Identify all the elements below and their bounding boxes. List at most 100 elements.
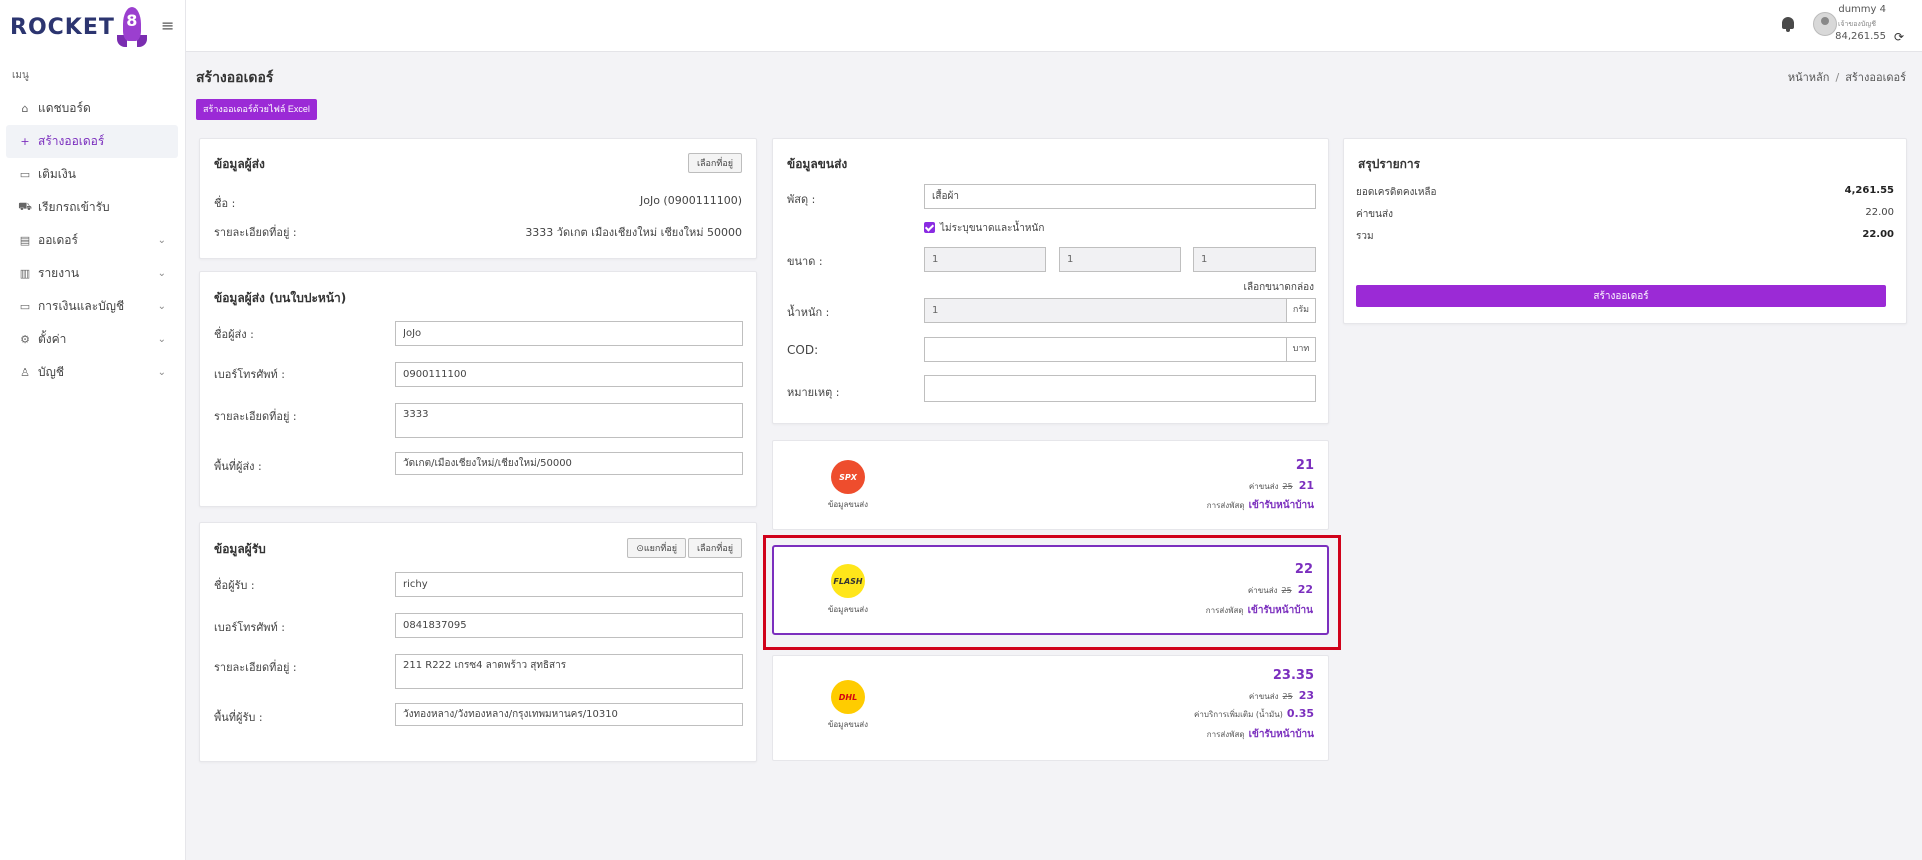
courier-price: 21 [1295, 458, 1314, 473]
sidebar-item-topup[interactable]: ▭ เติมเงิน [6, 158, 178, 191]
chevron-down-icon: ⌄ [157, 301, 166, 312]
sender-area-label: พื้นที่ผู้ส่ง : [214, 460, 262, 473]
sender-name-value: JoJo (0900111100) [639, 194, 742, 207]
breadcrumb-home[interactable]: หน้าหลัก [1788, 71, 1830, 84]
courier-caption: ข้อมูลขนส่ง [827, 605, 869, 614]
sender-phone-input[interactable] [395, 362, 743, 387]
receiver-phone-input[interactable] [395, 613, 743, 638]
receiver-card: ข้อมูลผู้รับ ⊙แยกที่อยู่ เลือกที่อยู่ ชื… [199, 522, 757, 762]
courier-price: 22 [1294, 562, 1313, 577]
no-size-checkbox[interactable] [924, 222, 935, 233]
bell-icon[interactable] [1780, 15, 1796, 33]
courier-price: 23.35 [1272, 668, 1314, 683]
sender-name-input[interactable] [395, 321, 743, 346]
report-icon: ▥ [19, 267, 31, 280]
receiver-name-label: ชื่อผู้รับ : [214, 579, 255, 592]
summary-ship-value: 22.00 [1865, 207, 1894, 218]
receiver-address-label: รายละเอียดที่อยู่ : [214, 661, 297, 674]
breadcrumb: หน้าหลัก / สร้างออเดอร์ [1788, 68, 1906, 86]
size-length-input[interactable] [1059, 247, 1181, 272]
avatar[interactable] [1813, 12, 1837, 36]
no-size-label: ไม่ระบุขนาดและน้ำหนัก [940, 223, 1045, 234]
sender-address-label: รายละเอียดที่อยู่ : [214, 226, 297, 239]
receiver-address-textarea[interactable]: 211 R222 เกรซ4 ลาดพร้าว สุทธิสาร [395, 654, 743, 689]
create-order-excel-button[interactable]: สร้างออเดอร์ด้วยไฟล์ Excel [196, 99, 317, 120]
split-address-button[interactable]: ⊙แยกที่อยู่ [627, 538, 686, 558]
sender-name-label: ชื่อ : [214, 197, 236, 210]
summary-ship-label: ค่าขนส่ง [1356, 209, 1393, 220]
sidebar-item-orders[interactable]: ▤ ออเดอร์ ⌄ [6, 224, 178, 257]
receiver-area-label: พื้นที่ผู้รับ : [214, 711, 263, 724]
cod-input[interactable] [924, 337, 1287, 362]
page-title: สร้างออเดอร์ [196, 70, 274, 86]
summary-ship-row: ค่าขนส่ง 22.00 [1356, 207, 1894, 222]
sidebar-item-settings[interactable]: ⚙ ตั้งค่า ⌄ [6, 323, 178, 356]
sender-label-card: ข้อมูลผู้ส่ง (บนใบปะหน้า) ชื่อผู้ส่ง : เ… [199, 271, 757, 507]
logo-digit: 8 [126, 11, 138, 30]
sidebar-item-account[interactable]: ♙ บัญชี ⌄ [6, 356, 178, 389]
breadcrumb-separator: / [1835, 71, 1840, 84]
sender-card-title: ข้อมูลผู้ส่ง [214, 157, 265, 171]
create-order-button[interactable]: สร้างออเดอร์ [1356, 285, 1886, 307]
receiver-name-input[interactable] [395, 572, 743, 597]
gear-icon: ⚙ [20, 333, 30, 346]
size-label: ขนาด : [787, 255, 823, 268]
size-height-input[interactable] [1193, 247, 1316, 272]
rocket-icon: 8 [116, 5, 147, 49]
logo[interactable]: ROCKET 8 [10, 4, 147, 50]
wallet-icon: ▭ [19, 300, 31, 313]
sidebar-item-create-order[interactable]: + สร้างออเดอร์ [6, 125, 178, 158]
sender-card: ข้อมูลผู้ส่ง เลือกที่อยู่ ชื่อ : JoJo (0… [199, 138, 757, 259]
sidebar-item-reports[interactable]: ▥ รายงาน ⌄ [6, 257, 178, 290]
logo-text: ROCKET [10, 14, 115, 40]
summary-total-label: รวม [1356, 231, 1374, 242]
choose-receiver-address-button[interactable]: เลือกที่อยู่ [687, 538, 742, 558]
receiver-phone-label: เบอร์โทรศัพท์ : [214, 621, 286, 634]
sender-area-input[interactable] [395, 452, 743, 475]
truck-icon: ⛟ [18, 200, 32, 213]
split-icon: ⊙ [636, 543, 644, 553]
receiver-area-input[interactable] [395, 703, 743, 726]
weight-label: น้ำหนัก : [787, 306, 830, 319]
chevron-down-icon: ⌄ [157, 235, 166, 246]
summary-total-row: รวม 22.00 [1356, 229, 1894, 244]
courier-option-flash[interactable]: FLASH ข้อมูลขนส่ง 22 ค่าขนส่ง 25 22 การส่ง… [772, 545, 1329, 635]
courier-ship-fee: ค่าขนส่ง 25 21 [1248, 479, 1314, 492]
size-width-input[interactable] [924, 247, 1046, 272]
sidebar-item-dashboard[interactable]: ⌂ แดชบอร์ด [6, 92, 178, 125]
courier-caption: ข้อมูลขนส่ง [827, 720, 869, 729]
note-label: หมายเหตุ : [787, 386, 840, 399]
sidebar-item-pickup[interactable]: ⛟ เรียกรถเข้ารับ [6, 191, 178, 224]
user-role: เจ้าของบัญชี [1838, 20, 1876, 28]
shipping-card-title: ข้อมูลขนส่ง [787, 157, 848, 171]
hamburger-menu-icon[interactable]: ≡ [161, 16, 174, 35]
receiver-card-title: ข้อมูลผู้รับ [214, 542, 266, 556]
note-input[interactable] [924, 375, 1316, 402]
sender-address-textarea[interactable]: 3333 [395, 403, 743, 438]
refresh-icon[interactable]: ⟳ [1894, 30, 1904, 44]
choose-sender-address-button[interactable]: เลือกที่อยู่ [687, 153, 742, 173]
courier-caption: ข้อมูลขนส่ง [827, 500, 869, 509]
summary-card-title: สรุปรายการ [1358, 157, 1421, 171]
courier-option-spx[interactable]: SPX ข้อมูลขนส่ง 21 ค่าขนส่ง 25 21 การส่งพั… [772, 440, 1329, 530]
choose-box-size-link[interactable]: เลือกขนาดกล่อง [1244, 280, 1314, 295]
sidebar-item-finance[interactable]: ▭ การเงินและบัญชี ⌄ [6, 290, 178, 323]
sidebar: ROCKET 8 ≡ เมนู ⌂ แดชบอร์ด + สร้างออเดอร… [0, 0, 186, 860]
user-credit: 84,261.55 [1835, 31, 1886, 42]
weight-input[interactable] [924, 298, 1287, 323]
user-icon: ♙ [20, 366, 30, 379]
parcel-input[interactable] [924, 184, 1316, 209]
sidebar-item-label: ตั้งค่า [38, 332, 67, 346]
sender-address-value: 3333 วัดเกต เมืองเชียงใหม่ เชียงใหม่ 500… [525, 226, 742, 239]
courier-option-dhl[interactable]: DHL ข้อมูลขนส่ง 23.35 ค่าขนส่ง 25 23 ค่าบร… [772, 655, 1329, 761]
summary-credit-label: ยอดเครดิตคงเหลือ [1356, 187, 1437, 198]
home-icon: ⌂ [21, 102, 29, 115]
cod-unit: บาท [1286, 337, 1316, 362]
sender-name-label: ชื่อผู้ส่ง : [214, 328, 254, 341]
split-address-label: แยกที่อยู่ [643, 543, 677, 553]
menu-title: เมนู [12, 70, 29, 81]
sidebar-item-label: เรียกรถเข้ารับ [38, 200, 110, 214]
courier-pickup: การส่งพัสดุ เข้ารับหน้าบ้าน [1206, 500, 1314, 511]
shipping-card: ข้อมูลขนส่ง พัสดุ : ไม่ระบุขนาดและน้ำหนั… [772, 138, 1329, 424]
sidebar-nav: ⌂ แดชบอร์ด + สร้างออเดอร์ ▭ เติมเงิน ⛟ เ… [6, 92, 178, 389]
